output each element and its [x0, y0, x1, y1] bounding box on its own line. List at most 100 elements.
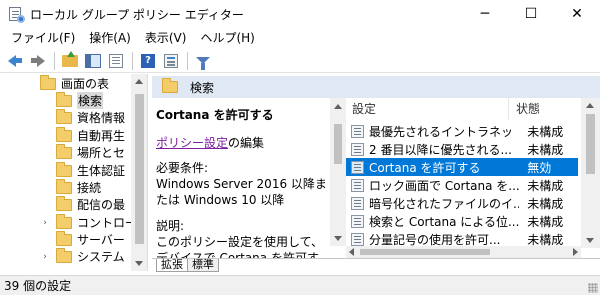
scroll-thumb[interactable] — [586, 114, 595, 174]
filter-icon — [196, 57, 210, 70]
show-hide-tree-button[interactable] — [82, 50, 104, 72]
tree-item[interactable]: 生体認証 — [56, 161, 126, 179]
edit-policy-link[interactable]: ポリシー設定 — [156, 136, 228, 150]
up-folder-button[interactable] — [59, 50, 81, 72]
tree-item[interactable]: 接続 — [56, 178, 102, 196]
close-button[interactable]: ✕ — [554, 0, 600, 28]
list-item-name: 2 番目以降に優先される... — [369, 142, 512, 157]
edit-policy-row: ポリシー設定の編集 — [156, 134, 264, 151]
resize-grip-icon[interactable] — [588, 283, 598, 293]
list-item-name: 暗号化されたファイルのイ... — [369, 196, 520, 211]
requirements-text: Windows Server 2016 以降または Windows 10 以降 — [156, 177, 327, 207]
minimize-button[interactable]: ─ — [462, 0, 508, 28]
list-icon — [109, 53, 123, 68]
settings-list: 設定 状態 最優先されるイントラネッ 未構成 2 番目以降に優先される... 未… — [346, 98, 600, 246]
scroll-down-icon[interactable] — [586, 238, 594, 243]
list-item[interactable]: 2 番目以降に優先される... 未構成 — [346, 140, 578, 158]
policy-setting-icon — [351, 232, 364, 246]
tree-item-label: システム — [77, 250, 125, 264]
policy-title: Cortana を許可する — [156, 108, 274, 122]
tree-item[interactable]: 自動再生 — [56, 126, 125, 144]
tree-item[interactable]: 場所とセ — [56, 143, 126, 161]
list-scrollbar[interactable] — [581, 98, 600, 248]
scroll-thumb[interactable] — [334, 124, 342, 164]
tab-extended[interactable]: 拡張 — [156, 259, 188, 272]
list-item[interactable]: 最優先されるイントラネッ 未構成 — [346, 122, 578, 140]
list-horizontal-scrollbar[interactable] — [346, 246, 581, 258]
menu-action[interactable]: 操作(A) — [82, 28, 138, 48]
column-header-state[interactable]: 状態 — [516, 98, 540, 120]
scroll-up-icon[interactable] — [135, 79, 143, 84]
details-pane: 検索 Cortana を許可する ポリシー設定の編集 必要条件: Windows… — [152, 74, 600, 272]
properties-icon — [164, 53, 178, 68]
folder-up-icon — [62, 50, 78, 67]
tree-item-selected[interactable]: 検索 — [56, 91, 104, 109]
tree-item-label: 場所とセ — [77, 146, 126, 160]
policy-setting-icon — [351, 124, 364, 138]
filter-button[interactable] — [192, 50, 214, 72]
folder-icon — [162, 78, 178, 93]
scroll-up-icon[interactable] — [334, 104, 342, 109]
tab-standard[interactable]: 標準 — [187, 259, 219, 272]
folder-icon — [56, 126, 72, 142]
column-header-setting[interactable]: 設定 — [352, 98, 376, 120]
chevron-right-icon[interactable]: › — [40, 218, 50, 228]
scroll-thumb[interactable] — [135, 94, 144, 244]
properties-button[interactable] — [160, 50, 182, 72]
back-button[interactable] — [4, 50, 26, 72]
tree-item[interactable]: 配信の最 — [56, 195, 125, 213]
list-item[interactable]: 検索と Cortana による位... 未構成 — [346, 212, 578, 230]
forward-button[interactable] — [27, 50, 49, 72]
help-button[interactable]: ? — [137, 50, 159, 72]
list-item-name: ロック画面で Cortana を... — [369, 178, 520, 193]
window-controls: ─ ☐ ✕ — [462, 0, 600, 28]
tree-item[interactable]: サーバー — [56, 230, 125, 248]
menu-help[interactable]: ヘルプ(H) — [193, 28, 261, 48]
list-item-selected[interactable]: Cortana を許可する 無効 — [346, 158, 578, 176]
explanation: 説明: このポリシー設定を使用して、デバイスで Cortana を許可するかどう… — [156, 218, 328, 258]
chevron-right-icon[interactable]: › — [40, 252, 50, 262]
title-bar: ローカル グループ ポリシー エディター ─ ☐ ✕ — [0, 0, 600, 28]
toolbar-separator — [132, 51, 133, 70]
list-item-state: 未構成 — [527, 214, 564, 229]
list-item-name: 検索と Cortana による位... — [369, 214, 520, 229]
list-item[interactable]: 暗号化されたファイルのイ... 未構成 — [346, 194, 578, 212]
policy-setting-icon — [351, 196, 364, 210]
scroll-up-icon[interactable] — [586, 103, 594, 108]
tree-item-label: 接続 — [77, 181, 102, 195]
list-item[interactable]: 分量記号の使用を許可... 未構成 — [346, 230, 578, 246]
folder-icon — [56, 230, 72, 246]
scroll-left-icon[interactable] — [349, 248, 354, 256]
list-item-state: 未構成 — [527, 232, 564, 247]
column-divider[interactable] — [508, 98, 509, 120]
list-item[interactable]: ロック画面で Cortana を... 未構成 — [346, 176, 578, 194]
tree-item[interactable]: › システム — [40, 247, 125, 265]
menu-file[interactable]: ファイル(F) — [4, 28, 82, 48]
folder-icon — [56, 108, 72, 124]
menu-bar: ファイル(F) 操作(A) 表示(V) ヘルプ(H) — [0, 28, 600, 48]
folder-icon — [56, 195, 72, 211]
maximize-button[interactable]: ☐ — [508, 0, 554, 28]
description-scrollbar[interactable] — [330, 98, 346, 246]
tree-item-label: 生体認証 — [77, 164, 126, 178]
forward-arrow-icon — [31, 54, 45, 67]
tree-scrollbar[interactable] — [131, 74, 147, 271]
view-tabs: 拡張 標準 — [152, 258, 600, 272]
list-item-name: 最優先されるイントラネッ — [369, 124, 514, 139]
toolbar: ? — [0, 49, 600, 73]
policy-editor-icon — [8, 6, 25, 23]
export-list-button[interactable] — [105, 50, 127, 72]
toolbar-separator — [187, 51, 188, 70]
folder-icon — [56, 91, 72, 107]
tree-item[interactable]: 資格情報 — [56, 108, 125, 126]
explanation-label: 説明: — [156, 219, 185, 233]
scroll-thumb[interactable] — [360, 249, 490, 255]
tree-item[interactable]: 画面の表 — [40, 74, 110, 92]
scroll-right-icon[interactable] — [573, 248, 578, 256]
scroll-down-icon[interactable] — [334, 236, 342, 241]
tree-item-label: 画面の表 — [61, 77, 110, 91]
tree-pane: 画面の表 検索 資格情報 自動再生 場所とセ 生体認証 接続 配信の最 › コン… — [0, 74, 148, 271]
menu-view[interactable]: 表示(V) — [138, 28, 194, 48]
scroll-down-icon[interactable] — [135, 261, 143, 266]
requirements: 必要条件: Windows Server 2016 以降または Windows … — [156, 160, 328, 208]
